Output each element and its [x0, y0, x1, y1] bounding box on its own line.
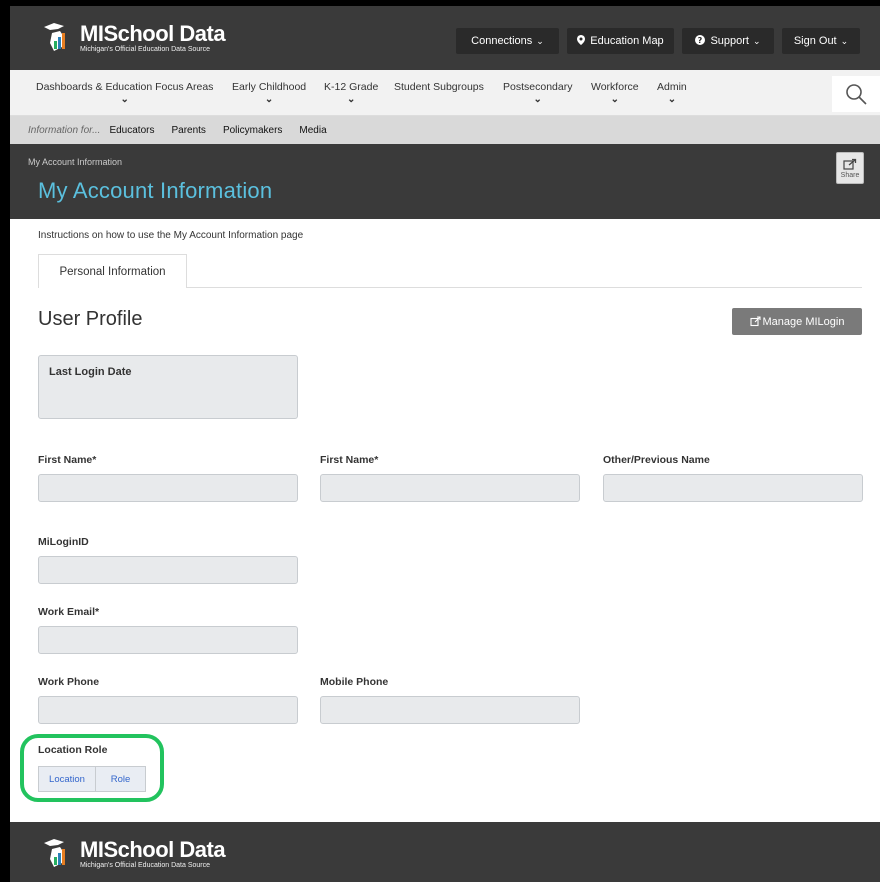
search-button[interactable]	[832, 76, 880, 112]
other-name-label: Other/Previous Name	[603, 454, 710, 466]
audience-parents[interactable]: Parents	[171, 125, 205, 136]
work-phone-label: Work Phone	[38, 676, 100, 688]
map-pin-icon	[577, 34, 586, 48]
mobile-phone-input[interactable]	[320, 696, 580, 724]
last-login-label: Last Login Date	[49, 366, 132, 378]
audience-lead: Information for...	[28, 124, 101, 136]
logo-title: MISchool Data	[80, 20, 226, 46]
chevron-down-icon: ⌄	[667, 94, 677, 105]
page-frame: MISchool Data Michigan's Official Educat…	[10, 6, 880, 882]
audience-bar: Information for... Educators Parents Pol…	[10, 116, 880, 144]
top-header: MISchool Data Michigan's Official Educat…	[10, 6, 880, 70]
title-band: My Account Information My Account Inform…	[10, 144, 880, 219]
support-button[interactable]: ? Support ⌄	[682, 28, 774, 54]
chevron-down-icon: ⌄	[536, 35, 544, 46]
work-phone-input[interactable]	[38, 696, 298, 724]
chevron-down-icon: ⌄	[264, 94, 274, 105]
audience-educators[interactable]: Educators	[109, 125, 154, 136]
first-name-label-2: First Name*	[320, 454, 379, 466]
nav-item-label: Dashboards & Education Focus Areas	[36, 81, 214, 93]
question-circle-icon: ?	[695, 34, 706, 48]
share-button[interactable]: Share	[836, 152, 864, 184]
work-email-label: Work Email*	[38, 606, 100, 618]
michigan-logo-icon	[38, 837, 76, 871]
search-icon	[846, 84, 867, 105]
nav-item-k12-grade[interactable]: K-12 Grade ⌄	[324, 81, 378, 105]
breadcrumb[interactable]: My Account Information	[28, 157, 122, 167]
nav-item-workforce[interactable]: Workforce ⌄	[591, 81, 639, 105]
last-login-box: Last Login Date	[38, 355, 298, 419]
nav-item-dashboards[interactable]: Dashboards & Education Focus Areas ⌄	[36, 81, 213, 105]
chevron-down-icon: ⌄	[610, 94, 620, 105]
nav-item-postsecondary[interactable]: Postsecondary ⌄	[503, 81, 572, 105]
milogin-id-label: MiLoginID	[38, 536, 89, 548]
svg-text:?: ?	[698, 36, 703, 45]
chevron-down-icon: ⌄	[346, 94, 356, 105]
support-label: Support	[710, 35, 749, 47]
audience-media[interactable]: Media	[299, 125, 326, 136]
instructions-text: Instructions on how to use the My Accoun…	[38, 230, 304, 241]
milogin-id-input[interactable]	[38, 556, 298, 584]
first-name-label: First Name*	[38, 454, 97, 466]
nav-item-label: Admin	[657, 81, 687, 93]
chevron-down-icon: ⌄	[840, 35, 849, 46]
share-icon	[843, 158, 857, 170]
main-nav: Dashboards & Education Focus Areas ⌄ Ear…	[10, 70, 880, 116]
first-name-input-2[interactable]	[320, 474, 580, 502]
nav-item-admin[interactable]: Admin ⌄	[657, 81, 687, 105]
nav-item-label: Student Subgroups	[394, 81, 484, 93]
other-name-input[interactable]	[603, 474, 863, 502]
footer-logo-title: MISchool Data	[80, 836, 226, 862]
first-name-input[interactable]	[38, 474, 298, 502]
connections-label: Connections	[471, 35, 533, 47]
chevron-down-icon: ⌄	[120, 94, 129, 105]
sign-out-button[interactable]: Sign Out ⌄	[782, 28, 860, 54]
footer-logo[interactable]: MISchool Data Michigan's Official Educat…	[38, 836, 226, 872]
connections-button[interactable]: Connections ⌄	[456, 28, 559, 54]
mobile-phone-label: Mobile Phone	[320, 676, 389, 688]
footer-logo-subtitle: Michigan's Official Education Data Sourc…	[80, 861, 210, 869]
tab-personal-information[interactable]: Personal Information	[38, 254, 187, 288]
site-logo[interactable]: MISchool Data Michigan's Official Educat…	[38, 20, 226, 56]
share-label: Share	[840, 171, 860, 179]
education-map-label: Education Map	[590, 35, 664, 47]
page-title: My Account Information	[38, 178, 273, 203]
michigan-logo-icon	[38, 21, 76, 55]
work-email-input[interactable]	[38, 626, 298, 654]
nav-item-label: K-12 Grade	[324, 81, 379, 93]
nav-item-label: Postsecondary	[503, 81, 573, 93]
education-map-button[interactable]: Education Map	[567, 28, 674, 54]
external-link-icon	[749, 316, 761, 327]
section-title: User Profile	[38, 308, 143, 330]
nav-item-label: Early Childhood	[232, 81, 307, 93]
audience-policymakers[interactable]: Policymakers	[223, 125, 282, 136]
sign-out-label: Sign Out	[793, 35, 837, 47]
nav-item-label: Workforce	[591, 81, 639, 93]
highlight-annotation	[20, 734, 164, 802]
chevron-down-icon: ⌄	[533, 94, 542, 105]
manage-milogin-label: Manage MILogin	[762, 315, 845, 328]
nav-item-student-subgroups[interactable]: Student Subgroups	[394, 81, 484, 93]
manage-milogin-button[interactable]: Manage MILogin	[732, 308, 862, 335]
nav-item-early-childhood[interactable]: Early Childhood ⌄	[232, 81, 306, 105]
footer: MISchool Data Michigan's Official Educat…	[10, 822, 880, 882]
logo-subtitle: Michigan's Official Education Data Sourc…	[80, 45, 210, 53]
tab-divider	[187, 287, 862, 288]
chevron-down-icon: ⌄	[752, 35, 761, 46]
